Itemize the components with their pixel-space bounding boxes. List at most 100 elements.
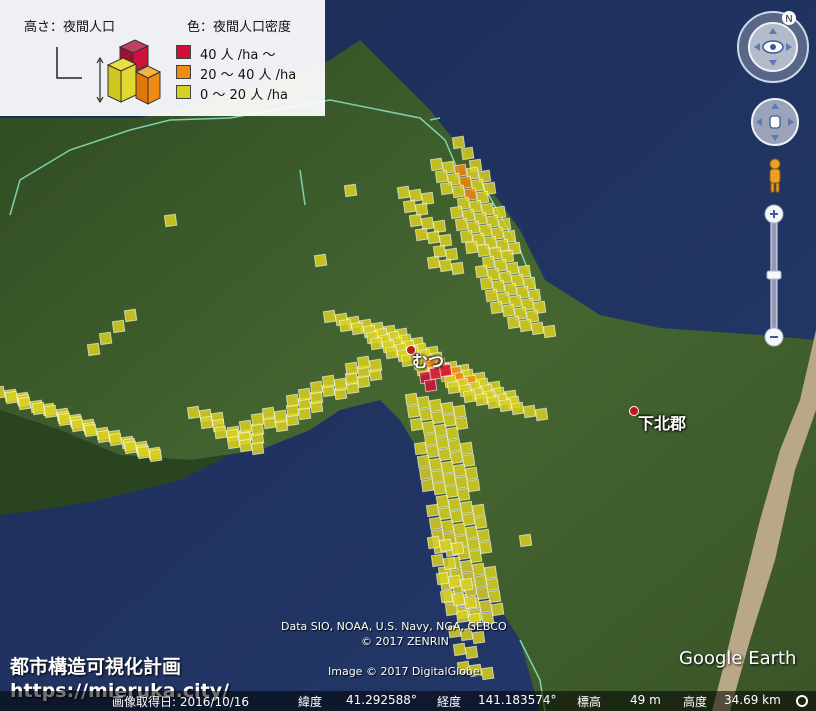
place-label-shimokita[interactable]: 下北郡 (638, 410, 686, 434)
population-cell (428, 516, 443, 531)
population-cell (452, 463, 467, 478)
population-cell (474, 264, 489, 279)
data-attribution: Data SIO, NOAA, U.S. Navy, NGA, GEBCO (281, 620, 507, 633)
population-cell (432, 481, 447, 496)
population-cell (446, 380, 461, 395)
zoom-slider[interactable] (764, 204, 784, 348)
population-cell (123, 308, 138, 323)
legend-swatch-low (176, 85, 191, 99)
population-cell (396, 185, 411, 200)
population-cell (480, 666, 495, 681)
population-cell (425, 503, 440, 518)
population-cell (454, 475, 469, 490)
population-cell (98, 331, 113, 346)
population-cell (83, 423, 98, 438)
population-cell (459, 229, 474, 244)
population-cell (426, 255, 441, 270)
minus-icon[interactable] (764, 327, 784, 347)
population-cell (350, 321, 365, 336)
longitude-label: 経度 (437, 695, 462, 709)
loading-icon (796, 695, 808, 707)
population-cell (414, 202, 429, 217)
population-cell (432, 244, 447, 259)
population-cell (471, 562, 486, 577)
move-control[interactable] (750, 97, 800, 147)
population-cell (423, 378, 438, 393)
population-cell (439, 181, 454, 196)
population-cell (261, 406, 276, 421)
population-cell (445, 426, 460, 441)
population-cell (518, 318, 533, 333)
population-cell (409, 417, 424, 432)
population-cell (238, 419, 253, 434)
population-cell (484, 288, 499, 303)
population-cell (534, 407, 549, 422)
population-cell (434, 169, 449, 184)
elevation-label: 標高 (577, 695, 602, 709)
place-label-mutsu[interactable]: むつ (412, 348, 444, 372)
population-cell (402, 199, 417, 214)
population-cell (464, 525, 479, 540)
population-cell (530, 321, 545, 336)
population-cell (522, 404, 537, 419)
legend-class-high: 40 人 /ha ～ (200, 48, 276, 63)
population-cell (542, 324, 557, 339)
population-cell (123, 440, 138, 455)
population-cell (498, 398, 513, 413)
population-cell (297, 387, 312, 402)
hand-icon[interactable] (769, 115, 781, 129)
compass-control[interactable]: N (736, 10, 810, 84)
population-cell (356, 355, 371, 370)
population-cell (96, 429, 111, 444)
population-cell (452, 404, 467, 419)
legend-color-label: 色：夜間人口密度 (187, 20, 292, 35)
population-cell (343, 183, 358, 198)
population-cell (322, 309, 337, 324)
population-cell (478, 599, 493, 614)
population-cell (464, 240, 479, 255)
population-cell (438, 538, 453, 553)
population-cell (428, 457, 443, 472)
population-cell (438, 258, 453, 273)
legend-class-low: 0 ～ 20 人 /ha (200, 88, 288, 103)
population-cell (471, 503, 486, 518)
population-cell (486, 395, 501, 410)
legend-class-mid: 20 ～ 40 人 /ha (200, 68, 297, 83)
zoom-thumb[interactable] (766, 270, 782, 280)
eye-icon[interactable] (762, 40, 784, 54)
compass-north-letter: N (785, 14, 792, 25)
population-cell (464, 645, 479, 660)
population-cell (435, 435, 450, 450)
population-cell (476, 243, 491, 258)
population-cell (384, 345, 399, 360)
population-cell (369, 336, 384, 351)
population-cell (111, 319, 126, 334)
population-cell (430, 553, 445, 568)
population-cell (86, 342, 101, 357)
population-cell (408, 188, 423, 203)
population-cell (473, 574, 488, 589)
population-cell (186, 405, 201, 420)
pegman-icon[interactable] (766, 158, 784, 194)
population-cell (459, 500, 474, 515)
latitude-label: 緯度 (298, 695, 323, 709)
population-cell (136, 445, 151, 460)
population-cell (451, 592, 466, 607)
population-cell (404, 392, 419, 407)
population-cell (478, 540, 493, 555)
plus-icon[interactable] (764, 204, 784, 224)
population-cell (489, 300, 504, 315)
google-earth-logo: Google Earth (679, 648, 797, 669)
population-cell (439, 589, 454, 604)
brand-title: 都市構造可視化計画 (10, 656, 182, 678)
population-cell (250, 412, 265, 427)
elevation-value: 49 m (630, 693, 661, 707)
legend-panel: 高さ：夜間人口 色：夜間人口密度 40 人 /ha ～ 20 ～ 40 人 /h… (0, 0, 325, 116)
longitude-value: 141.183574° (478, 693, 557, 707)
population-cell (454, 217, 469, 232)
population-cell (438, 233, 453, 248)
population-cell (213, 425, 228, 440)
population-cell (447, 497, 462, 512)
population-cell (426, 535, 441, 550)
population-cell (447, 574, 462, 589)
